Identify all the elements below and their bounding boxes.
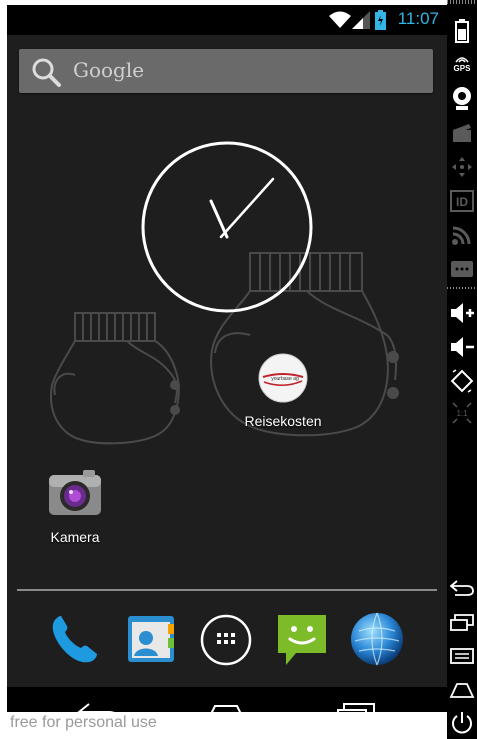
search-icon [32, 58, 61, 87]
recent-apps-icon[interactable] [447, 608, 477, 636]
google-search-bar[interactable]: Google [19, 49, 433, 93]
phone-icon[interactable] [47, 612, 101, 666]
status-bar: 11:07 [7, 5, 447, 35]
browser-icon[interactable] [349, 611, 405, 667]
webcam-icon[interactable] [447, 84, 477, 114]
app-label: Reisekosten [244, 413, 322, 429]
home-icon[interactable] [447, 676, 477, 704]
battery-icon[interactable] [447, 16, 477, 46]
wifi-icon [329, 11, 351, 28]
app-drawer-icon[interactable] [199, 613, 253, 667]
volume-up-icon[interactable] [447, 298, 477, 328]
contacts-icon[interactable] [124, 612, 178, 666]
battery-charging-icon [375, 10, 386, 30]
volume-down-icon[interactable] [447, 332, 477, 362]
sidebar-grip [447, 0, 477, 4]
app-reisekosten[interactable]: yourbase ag Reisekosten [233, 353, 333, 433]
gps-label: GPS [453, 64, 471, 73]
home-screen: Google yourbase ag Reisekosten Kamera [7, 35, 447, 687]
app-kamera[interactable]: Kamera [25, 467, 125, 547]
sms-icon[interactable] [447, 254, 477, 284]
scale-icon[interactable]: 1:1 [447, 398, 477, 428]
gps-icon[interactable]: GPS [447, 50, 477, 80]
nav-recent-apps-button[interactable] [334, 700, 380, 726]
analog-clock-widget[interactable] [141, 141, 313, 313]
dpad-icon[interactable] [447, 152, 477, 182]
watermark-text: free for personal use [10, 714, 157, 731]
dock-divider [17, 589, 437, 591]
power-icon[interactable] [447, 708, 477, 738]
clapper-icon[interactable] [447, 118, 477, 148]
sidebar-divider [447, 286, 477, 290]
rss-icon[interactable] [447, 220, 477, 250]
yourbase-icon: yourbase ag [258, 353, 308, 403]
status-time: 11:07 [397, 9, 439, 28]
camera-icon [49, 470, 101, 515]
yourbase-logo-text: yourbase ag [271, 376, 299, 382]
id-icon[interactable]: ID [447, 186, 477, 216]
signal-icon [352, 11, 370, 29]
emulator-screen: 11:07 Google yourbase ag Reisekosten Kam… [7, 5, 447, 712]
nav-home-button[interactable] [203, 700, 249, 726]
back-icon[interactable] [447, 574, 477, 602]
app-label: Kamera [50, 529, 100, 545]
search-label: Google [73, 58, 145, 82]
id-label: ID [456, 195, 468, 209]
clock-minute-hand [219, 177, 275, 239]
scale-label: 1:1 [456, 409, 468, 418]
menu-icon[interactable] [447, 642, 477, 670]
rotate-icon[interactable] [447, 366, 477, 396]
emulator-control-sidebar: GPS ID 1:1 [447, 0, 477, 739]
messaging-icon[interactable] [274, 611, 330, 669]
